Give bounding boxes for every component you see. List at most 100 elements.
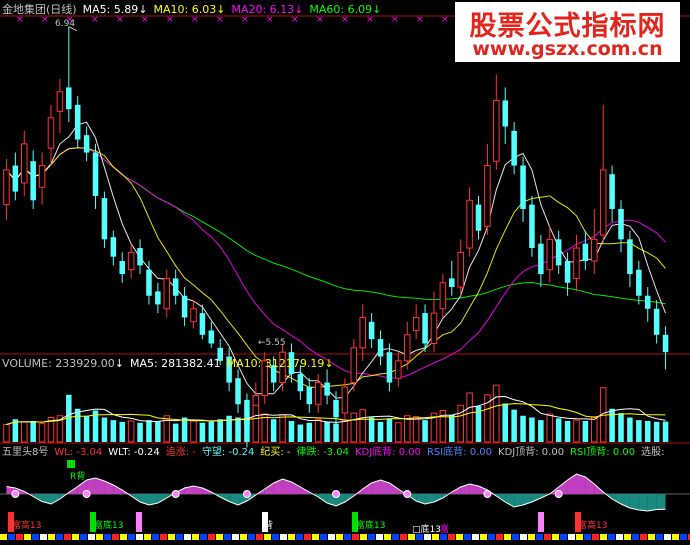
bottom-strip-cell <box>344 534 351 540</box>
volume-bar-up <box>21 421 28 443</box>
candle-body-down <box>564 261 571 283</box>
candle-body-down <box>155 291 161 305</box>
volume-bar-down <box>627 417 633 442</box>
bottom-strip-cell <box>576 534 583 540</box>
bottom-strip-cell <box>256 534 263 540</box>
bottom-strip-cell <box>504 534 511 540</box>
indicator-wl: WL: -3.04 <box>54 447 103 458</box>
candle-body-up <box>546 238 554 271</box>
volume-bar-up <box>252 404 260 443</box>
indicator-signal-dot <box>554 490 563 498</box>
volume-bar-down <box>181 417 188 442</box>
signal-cross-marker: × <box>191 15 199 25</box>
bottom-strip-cell <box>632 534 639 540</box>
volume-bar-down <box>582 421 589 442</box>
candle-body-down <box>520 165 526 209</box>
indicator-zhui: 追涨: - <box>165 447 196 458</box>
volume-bar-down <box>564 421 571 442</box>
volume-bar-down <box>333 423 339 442</box>
volume-bar-down <box>449 414 455 442</box>
ma10-label: MA10: 6.03 <box>153 3 217 16</box>
indicator-area <box>531 494 541 502</box>
bottom-strip-cell <box>592 534 599 540</box>
candle-body-down <box>368 321 375 340</box>
indicator-signal-dot <box>242 490 251 498</box>
volume-bar-down <box>101 417 108 442</box>
signal-cross-marker: × <box>266 15 274 25</box>
candle-body-up <box>439 282 447 310</box>
candle-body-down <box>555 239 562 266</box>
bottom-strip-cell <box>568 534 575 540</box>
candle-body-up <box>163 277 171 310</box>
volume-ma5-label: MA5: 281382.41 <box>129 357 221 370</box>
candle-body-down <box>627 239 633 275</box>
volume-bar-up <box>190 420 197 443</box>
bottom-strip-cell <box>496 534 503 540</box>
bottom-strip-cell <box>216 534 223 540</box>
candle-body-up <box>430 312 438 344</box>
indicator-header: 五里头8号 WL: -3.04 WLT: -0.24 追涨: - 守望: -0.24 纪买… <box>2 446 671 459</box>
candle-body-up <box>573 247 580 279</box>
signal-cross-marker: × <box>316 15 324 25</box>
indicator-area <box>656 494 666 510</box>
volume-bar-down <box>368 417 375 442</box>
bottom-strip-cell <box>360 534 367 540</box>
bottom-strip-cell <box>72 534 79 540</box>
volume-bar-down <box>502 403 508 442</box>
bottom-strip-cell <box>352 534 359 540</box>
bottom-strip-cell <box>488 534 495 540</box>
signal-cross-marker: × <box>366 15 374 25</box>
signal-green-flag <box>67 460 75 468</box>
indicator-area <box>585 477 595 494</box>
bottom-strip-cell <box>528 534 535 540</box>
candle-body-up <box>341 386 349 414</box>
bottom-strip-cell <box>584 534 591 540</box>
signal-flag <box>538 512 544 532</box>
bottom-strip-cell <box>312 534 319 540</box>
bottom-strip-cell <box>0 534 7 540</box>
candle-body-down <box>511 130 517 166</box>
volume-bar-down <box>119 421 126 442</box>
volume-bar-up <box>493 384 500 443</box>
signal-flag <box>136 512 142 532</box>
candle-body-down <box>644 295 651 309</box>
candle-body-down <box>110 237 117 257</box>
candle-body-down <box>618 208 624 240</box>
bottom-strip-cell <box>456 534 463 540</box>
volume-bar-down <box>208 421 215 442</box>
signal-bei: 背 <box>264 521 274 531</box>
signal-cross-marker: × <box>416 15 424 25</box>
volume-bar-down <box>653 421 660 442</box>
bottom-strip-cell <box>600 534 607 540</box>
bottom-strip-cell <box>128 534 135 540</box>
bottom-strip-cell <box>384 534 391 540</box>
volume-bar-up <box>279 414 286 443</box>
candle-body-up <box>591 238 598 262</box>
candle-body-up <box>38 165 46 188</box>
signal-r-bei: R背 <box>70 472 86 482</box>
volume-bar-up <box>341 419 349 443</box>
bottom-strip-cell <box>80 534 87 540</box>
indicator-signal-dot <box>11 490 20 498</box>
main-header: 金地集团(日线) MA5: 5.89↓ MA10: 6.03↓ MA20: 6.13↓… <box>2 3 387 16</box>
candle-body-down <box>172 278 179 296</box>
volume-bar-up <box>573 419 580 443</box>
candle-body-up <box>403 334 411 362</box>
candle-body-down <box>377 339 384 357</box>
candle-body-up <box>599 169 607 236</box>
volume-bar-down <box>511 409 517 442</box>
bottom-strip-cell <box>448 534 455 540</box>
candle-body-up <box>359 316 366 349</box>
candle-body-down <box>653 308 660 335</box>
ma5-arrow: ↓ <box>138 3 148 16</box>
signal-cross-marker: × <box>166 15 174 25</box>
volume-bar-up <box>163 415 171 443</box>
indicator-name: 五里头8号 <box>2 447 49 458</box>
bottom-strip-cell <box>480 534 487 540</box>
bottom-strip-cell <box>112 534 119 540</box>
stock-chart: × × × × × × × × × × × × × × × × × × <box>0 15 690 540</box>
candle-body-down <box>208 330 215 344</box>
candle-body-down <box>30 161 36 201</box>
bottom-strip-cell <box>232 534 239 540</box>
bottom-strip-cell <box>240 534 247 540</box>
